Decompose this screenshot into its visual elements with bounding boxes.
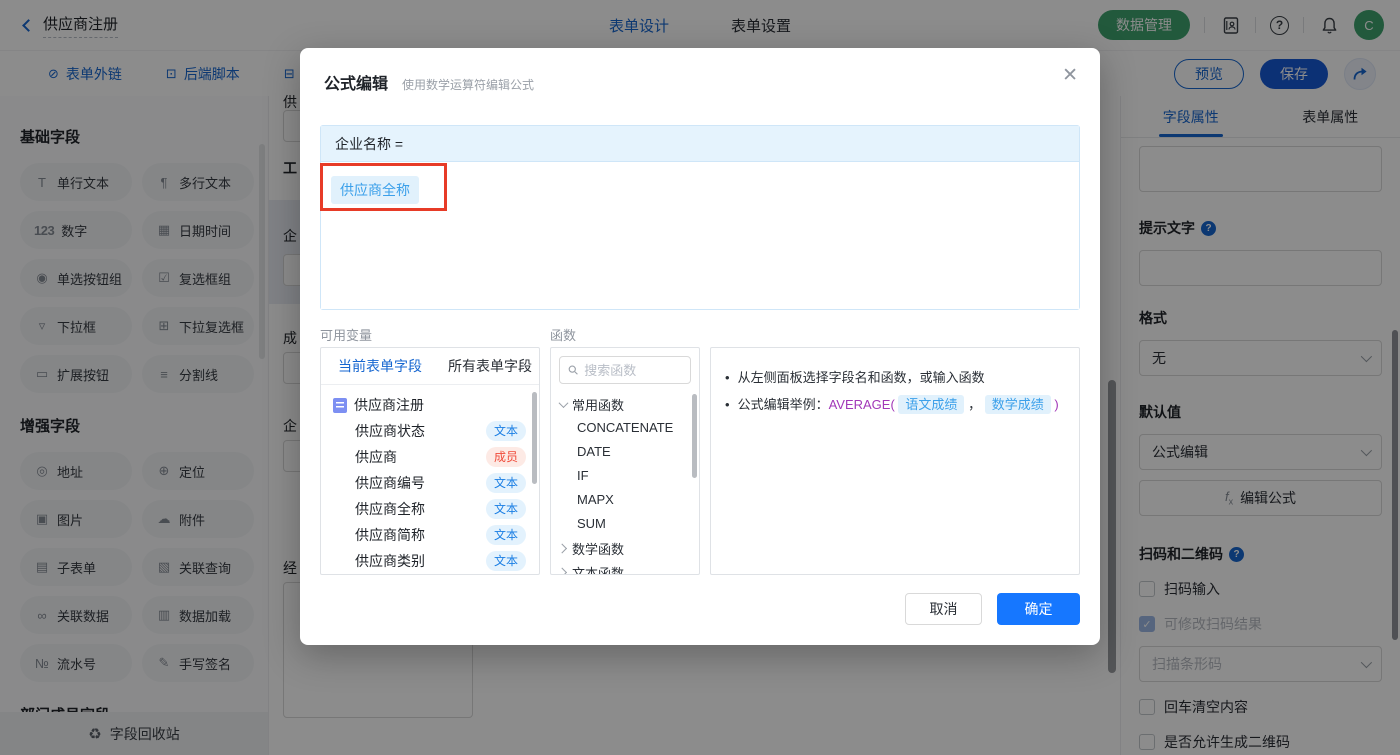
form-doc-icon bbox=[333, 397, 347, 413]
formula-input-area[interactable]: 供应商全称 bbox=[320, 162, 1079, 309]
variables-label: 可用变量 bbox=[320, 328, 373, 343]
function-tree: 常用函数 CONCATENATE DATE IF MAPX SUM 数学函数 文… bbox=[551, 392, 699, 574]
functions-panel: 常用函数 CONCATENATE DATE IF MAPX SUM 数学函数 文… bbox=[550, 347, 700, 575]
example-function-close: ) bbox=[1054, 397, 1059, 412]
variable-row[interactable]: 供应商类别 文本 bbox=[321, 548, 539, 574]
example-chip: 语文成绩 bbox=[898, 395, 965, 414]
search-icon bbox=[568, 365, 578, 375]
example-chip: 数学成绩 bbox=[984, 395, 1051, 414]
example-comma: ， bbox=[968, 397, 982, 412]
cancel-button[interactable]: 取消 bbox=[905, 593, 982, 625]
type-badge: 成员 bbox=[485, 447, 526, 467]
confirm-button[interactable]: 确定 bbox=[997, 593, 1080, 625]
function-item[interactable]: DATE bbox=[551, 440, 699, 464]
functions-scrollbar[interactable] bbox=[692, 394, 697, 478]
caret-open-icon bbox=[558, 397, 569, 408]
variable-row[interactable]: 供应商全称 文本 bbox=[321, 496, 539, 522]
variables-tabs: 当前表单字段 所有表单字段 bbox=[321, 348, 539, 385]
variables-panel: 当前表单字段 所有表单字段 供应商注册 供应商状态 文本 供应商 成员 供应商编… bbox=[320, 347, 540, 575]
close-icon[interactable]: ✕ bbox=[1062, 66, 1078, 85]
variables-scrollbar[interactable] bbox=[532, 392, 537, 484]
function-item[interactable]: MAPX bbox=[551, 488, 699, 512]
variable-row[interactable]: 供应商编号 文本 bbox=[321, 470, 539, 496]
function-group-text[interactable]: 文本函数 bbox=[551, 560, 699, 574]
functions-label: 函数 bbox=[550, 328, 577, 343]
app-window: 供应商注册 表单设计 表单设置 数据管理 ? C ⊘ 表单外链 ⊡ 后端脚本 ⊟… bbox=[0, 0, 1400, 755]
type-badge: 文本 bbox=[485, 421, 526, 441]
function-group-common[interactable]: 常用函数 bbox=[551, 392, 699, 416]
formula-editor: 企业名称 = 供应商全称 bbox=[320, 125, 1080, 310]
hint-line-1: • 从左侧面板选择字段名和函数，或输入函数 bbox=[725, 370, 985, 385]
formula-field-chip[interactable]: 供应商全称 bbox=[331, 176, 419, 204]
type-badge: 文本 bbox=[485, 473, 526, 493]
type-badge: 文本 bbox=[485, 499, 526, 519]
modal-header: 公式编辑 使用数学运算符编辑公式 bbox=[300, 48, 1100, 94]
variables-tree: 供应商注册 供应商状态 文本 供应商 成员 供应商编号 文本 供应商全称 文本 bbox=[321, 385, 539, 574]
function-group-math[interactable]: 数学函数 bbox=[551, 536, 699, 560]
tree-root-form[interactable]: 供应商注册 bbox=[321, 392, 539, 418]
hint-content: • 从左侧面板选择字段名和函数，或输入函数 • 公式编辑举例：AVERAGE( 语文… bbox=[711, 348, 1079, 434]
type-badge: 文本 bbox=[485, 525, 526, 545]
function-item[interactable]: SUM bbox=[551, 512, 699, 536]
hint-panel: • 从左侧面板选择字段名和函数，或输入函数 • 公式编辑举例：AVERAGE( 语文… bbox=[710, 347, 1080, 575]
bullet-icon: • bbox=[725, 370, 730, 385]
function-search bbox=[559, 356, 691, 384]
function-item[interactable]: IF bbox=[551, 464, 699, 488]
formula-target: 企业名称 = bbox=[321, 126, 1079, 162]
variable-row[interactable]: 供应商 成员 bbox=[321, 444, 539, 470]
formula-edit-modal: 公式编辑 使用数学运算符编辑公式 ✕ 企业名称 = 供应商全称 可用变量 函数 … bbox=[300, 48, 1100, 645]
function-item[interactable]: CONCATENATE bbox=[551, 416, 699, 440]
caret-closed-icon bbox=[557, 543, 568, 553]
modal-subtitle: 使用数学运算符编辑公式 bbox=[402, 78, 535, 92]
modal-title: 公式编辑 bbox=[324, 76, 389, 93]
variable-row[interactable]: 供应商简称 文本 bbox=[321, 522, 539, 548]
type-badge: 文本 bbox=[485, 551, 526, 571]
tab-current-form-fields[interactable]: 当前表单字段 bbox=[338, 356, 422, 376]
example-function-open: AVERAGE( bbox=[828, 397, 895, 412]
hint-line-2: • 公式编辑举例：AVERAGE( 语文成绩 ， 数学成绩 ) bbox=[725, 395, 1059, 414]
tab-all-form-fields[interactable]: 所有表单字段 bbox=[448, 356, 532, 376]
variable-row[interactable]: 供应商状态 文本 bbox=[321, 418, 539, 444]
bullet-icon: • bbox=[725, 397, 730, 412]
function-search-input[interactable] bbox=[584, 362, 682, 378]
caret-closed-icon bbox=[557, 567, 568, 574]
